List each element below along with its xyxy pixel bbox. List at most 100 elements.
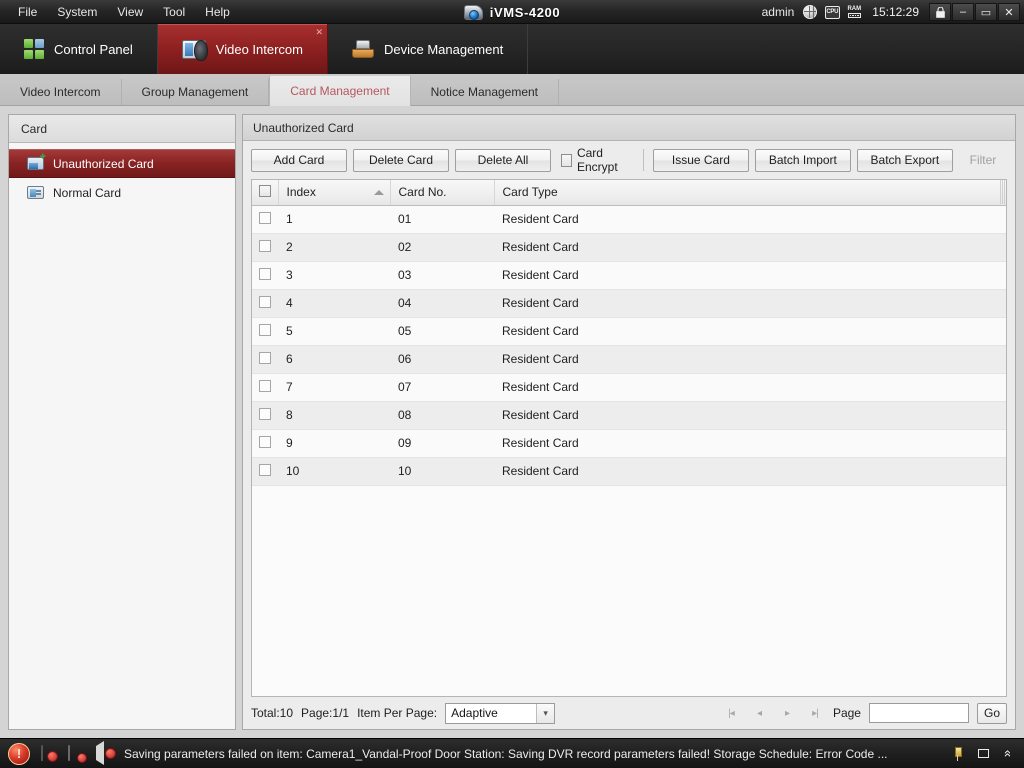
delete-all-button[interactable]: Delete All [455,148,551,172]
video-alarm-icon[interactable] [68,744,86,762]
batch-export-button[interactable]: Batch Export [856,148,953,172]
menu-item-tool[interactable]: Tool [153,2,195,22]
toolbar-separator [643,149,644,171]
pagination-bar: Total:10 Page:1/1 Item Per Page: Adaptiv… [243,697,1015,729]
table-row[interactable]: 4 04 Resident Card [252,289,1006,318]
nav-tab-control-panel[interactable]: Control Panel [0,24,158,74]
cell-card-type: Resident Card [494,345,1006,374]
menu-item-file[interactable]: File [8,2,47,22]
go-button[interactable]: Go [976,702,1007,724]
row-checkbox[interactable] [259,351,271,364]
menu-item-view[interactable]: View [107,2,153,22]
table-row[interactable]: 3 03 Resident Card [252,261,1006,290]
first-page-button[interactable]: |◂ [721,703,741,723]
issue-card-button[interactable]: Issue Card [652,148,749,172]
row-checkbox[interactable] [259,323,271,336]
cell-index: 10 [278,457,390,486]
batch-import-button[interactable]: Batch Import [754,148,851,172]
lock-button[interactable] [929,3,951,21]
page-number-input[interactable] [868,703,969,723]
row-checkbox[interactable] [259,211,271,224]
row-checkbox[interactable] [259,239,271,252]
next-page-button[interactable]: ▸ [777,703,797,723]
sidebar-item-normal-card[interactable]: Normal Card [9,178,235,207]
item-per-page-select[interactable]: Adaptive ▾ [445,702,556,724]
row-checkbox[interactable] [259,379,271,392]
row-checkbox[interactable] [259,407,271,420]
column-header-card-no[interactable]: Card No. [390,180,495,206]
row-checkbox[interactable] [259,267,271,280]
filter-button: Filter [969,153,997,167]
cell-card-type: Resident Card [494,205,1006,234]
card-encrypt-group: Card Encrypt [557,146,634,174]
table-row[interactable]: 7 07 Resident Card [252,373,1006,402]
nav-tab-label: Control Panel [54,41,133,57]
cell-card-no: 01 [390,205,494,234]
cell-card-no: 06 [390,345,494,374]
restore-icon[interactable] [977,749,989,758]
cpu-icon[interactable]: CPU [824,4,840,20]
device-management-icon [351,40,374,58]
column-label: Index [286,185,316,200]
last-page-button[interactable]: ▸| [805,703,825,723]
audio-alarm-icon[interactable] [40,744,58,762]
delete-card-button[interactable]: Delete Card [353,148,449,172]
cell-card-type: Resident Card [494,373,1006,402]
cell-card-no: 09 [390,429,494,458]
nav-tab-video-intercom[interactable]: Video Intercom ✕ [157,24,328,74]
globe-icon[interactable] [802,4,818,20]
sidebar-item-unauthorized-card[interactable]: Unauthorized Card [9,149,235,178]
sidebar-header: Card [9,115,235,143]
row-checkbox[interactable] [259,295,271,308]
menu-item-help[interactable]: Help [195,2,240,22]
alarm-icon[interactable]: ! [8,742,30,765]
cell-card-no: 07 [390,373,494,402]
cell-card-no: 04 [390,289,494,318]
maximize-button[interactable]: ▭ [975,3,997,21]
ivms-4200-window: File System View Tool Help iVMS-4200 adm… [0,0,1024,768]
nav-tab-label: Device Management [383,41,504,57]
expand-icon[interactable]: » [999,750,1014,757]
item-per-page-label: Item Per Page: [357,706,438,720]
row-select-cell [252,429,278,458]
chevron-down-icon[interactable]: ▾ [536,703,555,723]
card-encrypt-checkbox[interactable] [561,153,572,167]
sidebar-list: Unauthorized Card Normal Card [9,143,235,729]
table-row[interactable]: 2 02 Resident Card [252,233,1006,262]
sidebar-item-label: Unauthorized Card [53,156,154,171]
column-header-index[interactable]: Index [278,180,391,206]
row-checkbox[interactable] [259,435,271,448]
menu-item-system[interactable]: System [47,2,107,22]
speaker-alarm-icon[interactable] [96,740,114,765]
tab-group-management[interactable]: Group Management [122,79,270,105]
cell-card-no: 03 [390,261,494,290]
nav-tab-close-icon[interactable]: ✕ [315,28,323,37]
title-bar: File System View Tool Help iVMS-4200 adm… [0,0,1024,24]
select-all-checkbox[interactable] [259,184,271,197]
table-row[interactable]: 1 01 Resident Card [252,205,1006,234]
table-row[interactable]: 6 06 Resident Card [252,345,1006,374]
app-logo-icon [463,4,483,20]
table-row[interactable]: 9 09 Resident Card [252,429,1006,458]
previous-page-button[interactable]: ◂ [749,703,769,723]
row-select-cell [252,261,278,290]
content-panel: Unauthorized Card Add Card Delete Card D… [242,114,1016,730]
cell-index: 4 [278,289,390,318]
close-button[interactable]: ✕ [998,3,1020,21]
row-select-cell [252,401,278,430]
column-resize-handle[interactable] [1000,180,1006,204]
tab-video-intercom[interactable]: Video Intercom [0,79,122,105]
ram-icon[interactable]: RAM [846,4,862,20]
row-checkbox[interactable] [259,463,271,476]
add-card-button[interactable]: Add Card [251,148,347,172]
table-row[interactable]: 5 05 Resident Card [252,317,1006,346]
tab-notice-management[interactable]: Notice Management [411,79,560,105]
tab-card-management[interactable]: Card Management [269,75,411,106]
pin-icon[interactable] [951,746,964,761]
nav-tab-device-management[interactable]: Device Management [328,24,529,74]
table-row[interactable]: 8 08 Resident Card [252,401,1006,430]
sub-tabs: Video Intercom Group Management Card Man… [0,74,1024,106]
column-header-card-type[interactable]: Card Type [494,180,1006,206]
table-row[interactable]: 10 10 Resident Card [252,457,1006,486]
minimize-button[interactable]: – [952,3,974,21]
